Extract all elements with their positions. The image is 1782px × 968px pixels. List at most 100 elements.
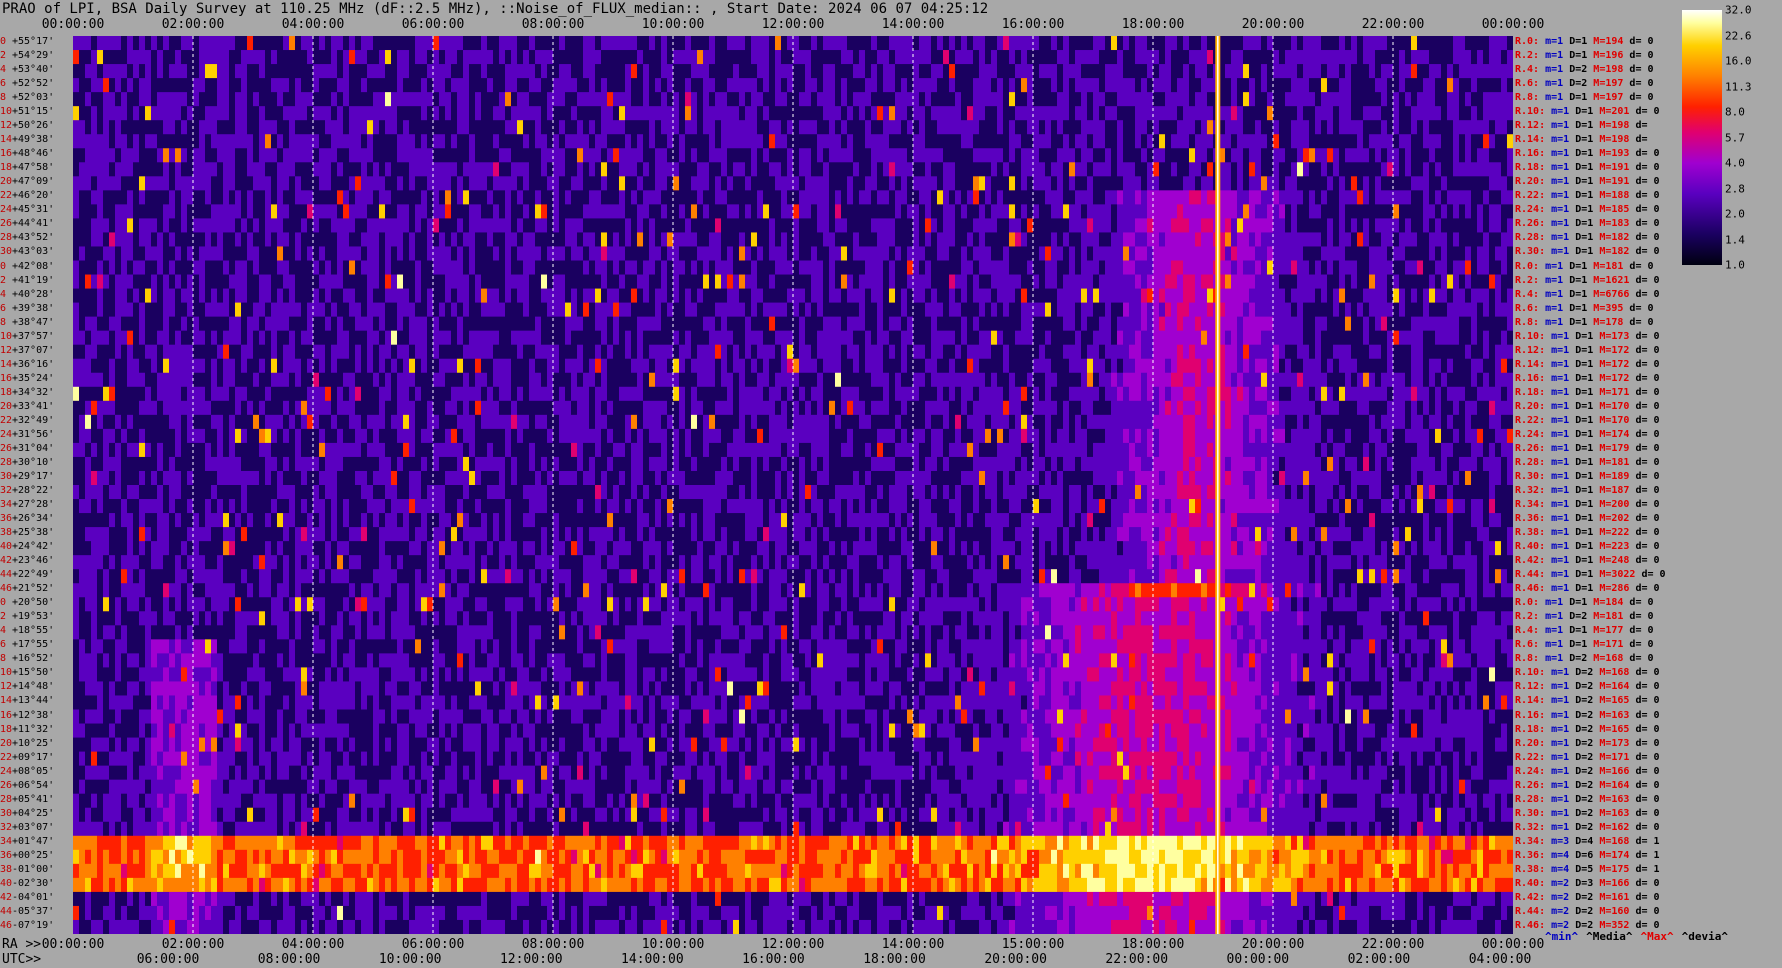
heatmap-cell: [577, 106, 583, 121]
heatmap-cell: [619, 106, 625, 121]
heatmap-cell: [715, 148, 721, 163]
heatmap-cell: [199, 232, 205, 247]
heatmap-cell: [889, 120, 895, 135]
heatmap-cell: [217, 148, 223, 163]
heatmap-cell: [1279, 232, 1285, 247]
heatmap-cell: [1015, 176, 1021, 191]
heatmap-cell: [787, 274, 793, 290]
heatmap-cell: [745, 274, 751, 290]
heatmap-cell: [1147, 92, 1153, 107]
heatmap-cell: [991, 78, 997, 93]
heatmap-cell: [691, 78, 697, 93]
heatmap-cell: [121, 260, 127, 276]
heatmap-cell: [1501, 106, 1507, 121]
heatmap-cell: [1363, 36, 1369, 51]
heatmap-cell: [1177, 92, 1183, 107]
heatmap-cell: [457, 232, 463, 247]
heatmap-cell: [559, 78, 565, 93]
heatmap-cell: [871, 302, 877, 318]
declination-label: 40+24°42': [0, 541, 54, 553]
heatmap-cell: [1033, 176, 1039, 191]
heatmap-cell: [1207, 218, 1213, 233]
heatmap-cell: [625, 232, 631, 247]
heatmap-cell: [583, 288, 589, 304]
heatmap-cell: [1477, 190, 1483, 205]
heatmap-cell: [1087, 148, 1093, 163]
heatmap-cell: [979, 176, 985, 191]
heatmap-cell: [403, 176, 409, 191]
heatmap-cell: [961, 36, 967, 51]
heatmap-cell: [229, 302, 235, 318]
heatmap-cell: [1459, 176, 1465, 191]
heatmap-cell: [1495, 120, 1501, 135]
heatmap-cell: [1261, 218, 1267, 233]
heatmap-cell: [163, 36, 169, 51]
heatmap-cell: [931, 64, 937, 79]
heatmap-cell: [811, 246, 817, 261]
heatmap-cell: [991, 218, 997, 233]
heatmap-cell: [277, 134, 283, 149]
heatmap-cell: [1327, 176, 1333, 191]
heatmap-cell: [1261, 288, 1267, 304]
declination-value: +03°07': [12, 821, 55, 833]
heatmap-cell: [109, 190, 115, 205]
heatmap-cell: [1291, 120, 1297, 135]
heatmap-cell: [211, 120, 217, 135]
heatmap-cell: [1135, 162, 1141, 177]
heatmap-cell: [169, 78, 175, 93]
heatmap-cell: [319, 162, 325, 177]
heatmap-cell: [1315, 92, 1321, 107]
heatmap-cell: [337, 218, 343, 233]
declination-value: +52°52': [12, 78, 55, 90]
heatmap-cell: [571, 64, 577, 79]
declination-label: 6 +17°55': [0, 639, 54, 651]
heatmap-cell: [1135, 190, 1141, 205]
heatmap-cell: [751, 274, 757, 290]
heatmap-cell: [499, 260, 505, 276]
heatmap-cell: [331, 274, 337, 290]
heatmap-cell: [637, 274, 643, 290]
heatmap-cell: [979, 302, 985, 318]
heatmap-cell: [277, 92, 283, 107]
heatmap-cell: [1039, 232, 1045, 247]
heatmap-cell: [163, 78, 169, 93]
heatmap-cell: [505, 64, 511, 79]
heatmap-cell: [229, 134, 235, 149]
heatmap-cell: [631, 92, 637, 107]
heatmap-cell: [637, 232, 643, 247]
heatmap-cell: [1243, 148, 1249, 163]
heatmap-cell: [1159, 162, 1165, 177]
heatmap-cell: [841, 274, 847, 290]
heatmap-cell: [643, 120, 649, 135]
heatmap-cell: [133, 302, 139, 318]
heatmap-cell: [277, 288, 283, 304]
heatmap-cell: [1051, 288, 1057, 304]
heatmap-cell: [517, 274, 523, 290]
heatmap-cell: [733, 274, 739, 290]
heatmap-cell: [1093, 64, 1099, 79]
heatmap-cell: [1093, 36, 1099, 51]
heatmap-cell: [1285, 134, 1291, 149]
heatmap-cell: [451, 302, 457, 318]
heatmap-cell: [619, 50, 625, 65]
heatmap-cell: [1171, 274, 1177, 290]
heatmap-cell: [1165, 274, 1171, 290]
heatmap-cell: [1363, 120, 1369, 135]
heatmap-cell: [1465, 246, 1471, 261]
heatmap-cell: [961, 232, 967, 247]
heatmap-cell: [1201, 260, 1207, 276]
heatmap-cell: [1405, 232, 1411, 247]
heatmap-cell: [1033, 148, 1039, 163]
heatmap-cell: [1327, 232, 1333, 247]
heatmap-cell: [733, 190, 739, 205]
heatmap-cell: [1507, 274, 1513, 290]
heatmap-cell: [835, 190, 841, 205]
heatmap-cell: [373, 92, 379, 107]
heatmap-cell: [487, 176, 493, 191]
heatmap-cell: [193, 120, 199, 135]
heatmap-cell: [1105, 288, 1111, 304]
heatmap-cell: [805, 106, 811, 121]
heatmap-cell: [709, 176, 715, 191]
heatmap-cell: [1051, 106, 1057, 121]
heatmap-cell: [1081, 204, 1087, 219]
